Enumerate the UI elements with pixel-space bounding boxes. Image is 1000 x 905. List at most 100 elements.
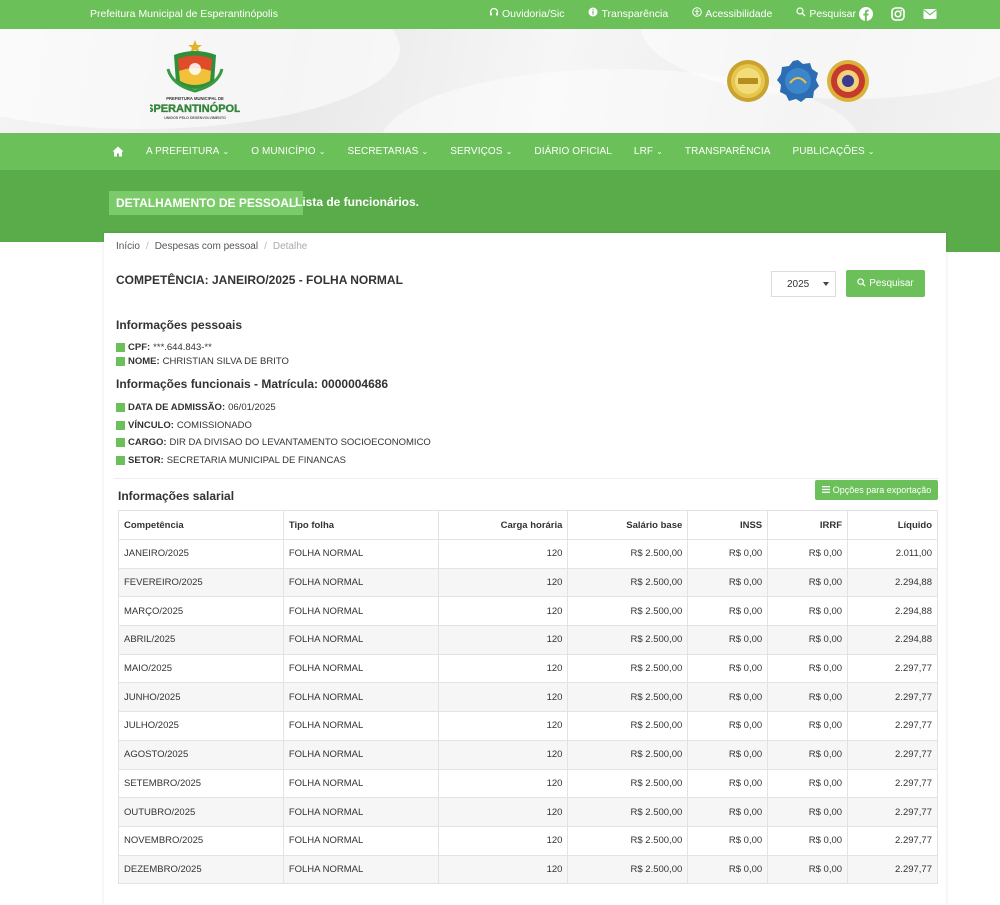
cell-inss: R$ 0,00: [687, 653, 769, 684]
field-nome: NOME: CHRISTIAN SILVA DE BRITO: [116, 356, 289, 367]
col-tipo-folha[interactable]: Tipo folha: [282, 510, 439, 540]
nav-label: PUBLICAÇÕES: [792, 146, 865, 157]
field-value: ***.644.843-**: [153, 342, 212, 353]
cell-liquido: 2.297,77: [847, 682, 938, 713]
table-row: FEVEREIRO/2025 FOLHA NORMAL 120 R$ 2.500,00…: [118, 567, 938, 598]
cell-carga-horaria: 120: [437, 567, 569, 598]
cell-irrf: R$ 0,00: [767, 539, 849, 569]
col-salario-base[interactable]: Salário base: [567, 510, 689, 540]
cell-carga-horaria: 120: [437, 768, 569, 799]
nav-item-transparencia[interactable]: TRANSPARÊNCIA: [685, 146, 771, 157]
cell-competencia: ABRIL/2025: [118, 625, 284, 655]
col-competencia[interactable]: Competência: [118, 510, 284, 540]
caret-down-icon: [823, 282, 829, 286]
facebook-icon[interactable]: [858, 6, 874, 22]
nav-label: LRF: [633, 146, 654, 157]
social-links: [858, 6, 954, 22]
nav-item-o-municipio[interactable]: O MUNICÍPIO ⌄: [251, 146, 325, 157]
table-row: MARÇO/2025 FOLHA NORMAL 120 R$ 2.500,00 R$ 0…: [118, 596, 938, 627]
cell-tipo-folha: FOLHA NORMAL: [282, 539, 439, 569]
field-label: NOME:: [128, 356, 160, 367]
prefeitura-logo[interactable]: PREFEITURA MUNICIPAL DE ESPERANTINÓPOLIS…: [139, 39, 251, 123]
chevron-down-icon: ⌄: [505, 147, 513, 156]
cell-carga-horaria: 120: [437, 797, 569, 827]
cell-salario-base: R$ 2.500,00: [567, 567, 689, 598]
chevron-down-icon: ⌄: [867, 147, 875, 156]
salary-table: Competência Tipo folha Carga horária Sal…: [118, 510, 938, 885]
cell-liquido: 2.297,77: [847, 768, 938, 799]
field-label: DATA DE ADMISSÃO:: [128, 402, 226, 413]
export-options-label: Opções para exportação: [832, 485, 932, 495]
instagram-icon[interactable]: [890, 6, 906, 22]
site-name[interactable]: Prefeitura Municipal de Esperantinópolis: [90, 8, 278, 20]
cell-liquido: 2.297,77: [847, 739, 938, 770]
headset-icon: [489, 7, 499, 20]
ouvidoria-link[interactable]: Ouvidoria/Sic: [489, 7, 564, 20]
cell-competencia: JULHO/2025: [118, 711, 284, 741]
cell-inss: R$ 0,00: [687, 539, 769, 569]
cell-tipo-folha: FOLHA NORMAL: [282, 567, 439, 598]
table-row: JULHO/2025 FOLHA NORMAL 120 R$ 2.500,00 R$ 0…: [118, 711, 938, 741]
gold-seal-icon: [726, 59, 770, 103]
cell-irrf: R$ 0,00: [767, 825, 849, 856]
page-hero: DETALHAMENTO DE PESSOAL Lista de funcion…: [0, 170, 1000, 242]
table-row: JANEIRO/2025 FOLHA NORMAL 120 R$ 2.500,00 R$…: [118, 539, 938, 569]
search-button[interactable]: Pesquisar: [846, 270, 925, 297]
table-row: DEZEMBRO/2025 FOLHA NORMAL 120 R$ 2.500,00 R…: [118, 854, 938, 885]
chevron-down-icon: ⌄: [222, 147, 230, 156]
svg-text:ESPERANTINÓPOLIS: ESPERANTINÓPOLIS: [150, 102, 240, 115]
nav-item-servicos[interactable]: SERVIÇOS ⌄: [450, 146, 512, 157]
field-value: DIR DA DIVISAO DO LEVANTAMENTO SOCIOECON…: [169, 437, 431, 448]
cell-tipo-folha: FOLHA NORMAL: [282, 854, 439, 885]
email-icon[interactable]: [922, 6, 938, 22]
breadcrumb-despesas[interactable]: Despesas com pessoal: [155, 241, 258, 252]
breadcrumb-inicio[interactable]: Início: [116, 241, 140, 252]
acessibilidade-link[interactable]: Acessibilidade: [692, 7, 772, 20]
col-irrf[interactable]: IRRF: [767, 510, 849, 540]
cell-tipo-folha: FOLHA NORMAL: [282, 711, 439, 741]
cell-liquido: 2.294,88: [847, 567, 938, 598]
transparencia-link[interactable]: Transparência: [588, 7, 668, 20]
nav-label: TRANSPARÊNCIA: [684, 146, 771, 157]
col-carga-horaria[interactable]: Carga horária: [437, 510, 569, 540]
functional-info-title: Informações funcionais - Matrícula: 0000…: [116, 377, 389, 391]
nav-item-diario-oficial[interactable]: DIÁRIO OFICIAL: [534, 146, 612, 157]
salary-title: Informações salarial: [118, 489, 235, 503]
home-icon[interactable]: [112, 146, 124, 157]
nav-item-secretarias[interactable]: SECRETARIAS ⌄: [348, 146, 429, 157]
breadcrumb-separator: /: [145, 241, 149, 252]
export-options-button[interactable]: Opções para exportação: [815, 480, 938, 500]
search-button-label: Pesquisar: [869, 278, 914, 289]
cell-salario-base: R$ 2.500,00: [567, 768, 689, 799]
nav-item-a-prefeitura[interactable]: A PREFEITURA ⌄: [146, 146, 229, 157]
chevron-down-icon: ⌄: [656, 147, 663, 156]
cell-carga-horaria: 120: [437, 711, 569, 741]
nav-item-lrf[interactable]: LRF ⌄: [634, 146, 663, 157]
pesquisar-label: Pesquisar: [809, 7, 857, 20]
cell-salario-base: R$ 2.500,00: [567, 682, 689, 713]
red-seal-icon: [826, 59, 870, 103]
year-select[interactable]: 2025: [771, 271, 836, 297]
nav-label: SERVIÇOS: [450, 146, 503, 157]
bullet-square-icon: [116, 343, 125, 352]
field-label: CARGO:: [128, 437, 167, 448]
bullet-square-icon: [116, 456, 125, 465]
cell-salario-base: R$ 2.500,00: [567, 653, 689, 684]
competencia-heading: COMPETÊNCIA: JANEIRO/2025 - FOLHA NORMAL: [116, 273, 403, 287]
cell-competencia: AGOSTO/2025: [118, 739, 284, 770]
field-value: COMISSIONADO: [176, 420, 252, 431]
cell-salario-base: R$ 2.500,00: [567, 596, 689, 627]
cell-irrf: R$ 0,00: [767, 739, 849, 770]
col-inss[interactable]: INSS: [687, 510, 769, 540]
nav-item-publicacoes[interactable]: PUBLICAÇÕES ⌄: [793, 146, 875, 157]
cell-carga-horaria: 120: [437, 739, 569, 770]
cell-irrf: R$ 0,00: [767, 596, 849, 627]
cell-salario-base: R$ 2.500,00: [567, 711, 689, 741]
cell-competencia: NOVEMBRO/2025: [118, 825, 284, 856]
cell-competencia: JANEIRO/2025: [118, 539, 284, 569]
cell-carga-horaria: 120: [437, 854, 569, 885]
pesquisar-link[interactable]: Pesquisar: [796, 7, 856, 20]
salary-section: Informações salarial Opções para exporta…: [114, 478, 939, 888]
main-nav: A PREFEITURA ⌄ O MUNICÍPIO ⌄ SECRETARIAS ⌄ …: [0, 133, 1000, 170]
col-liquido[interactable]: Líquido: [847, 510, 938, 540]
